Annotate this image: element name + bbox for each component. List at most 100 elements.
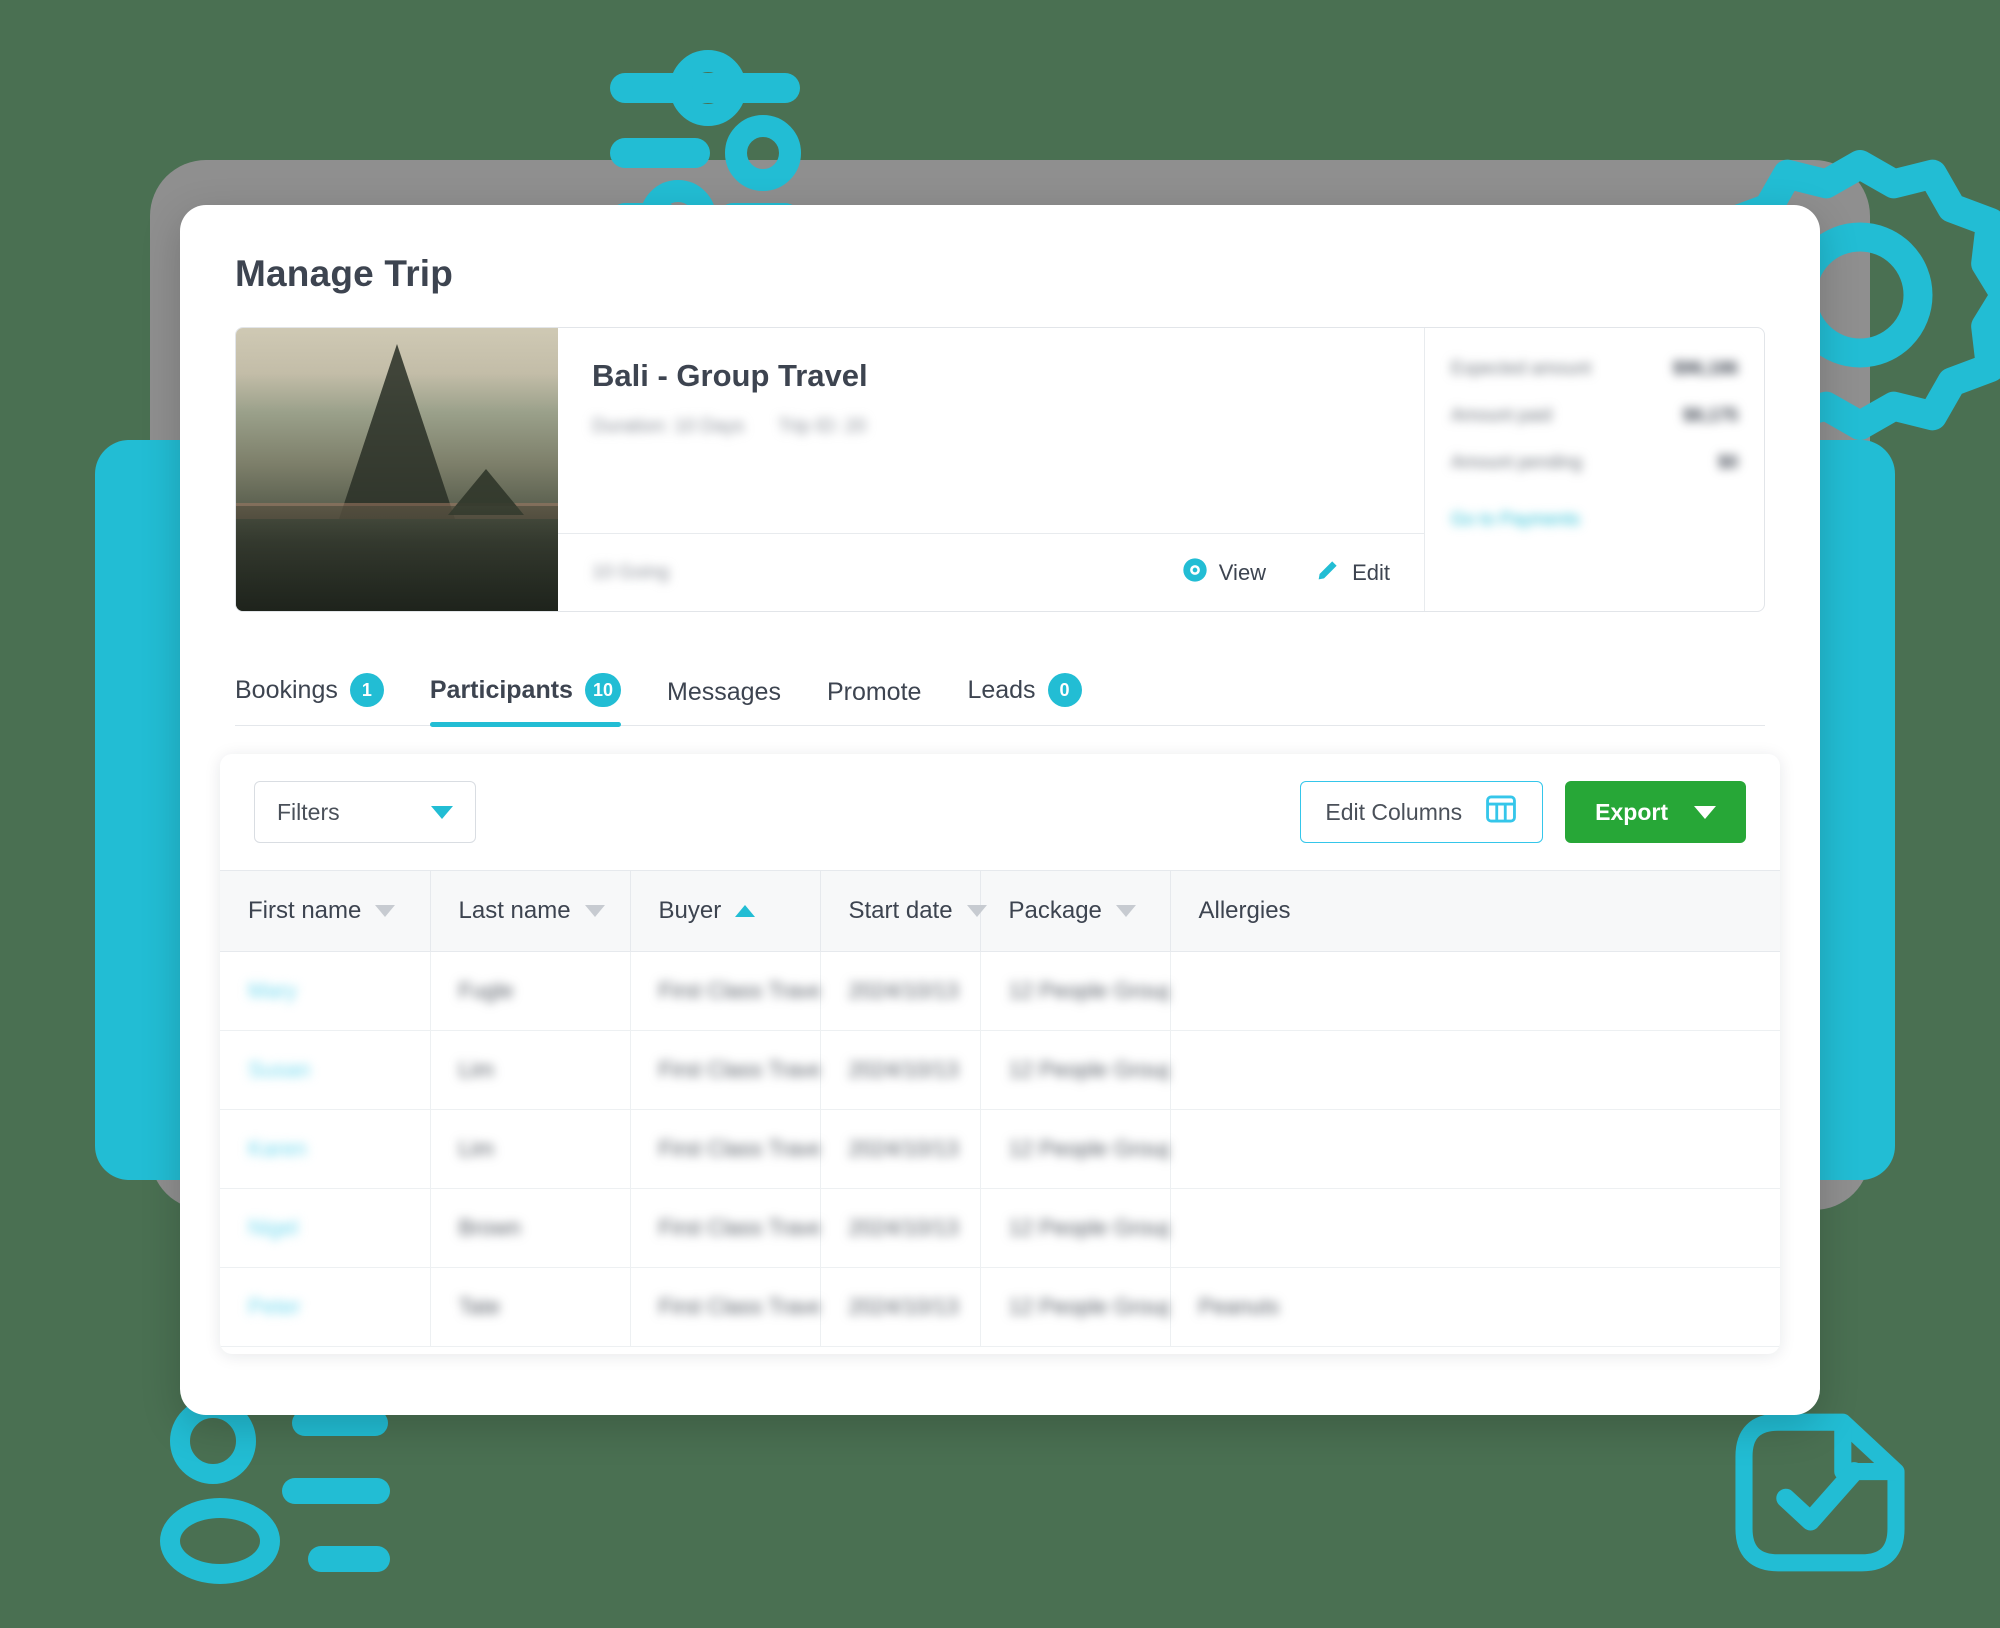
cell-last-name: Brown <box>430 1188 631 1268</box>
column-header-buyer[interactable]: Buyer <box>630 870 821 952</box>
cell-start-date: 2024/10/13 <box>820 1188 981 1268</box>
stat-amount-paid: Amount paid $8,175 <box>1451 405 1738 426</box>
trip-financial-stats: Expected amount $96,186 Amount paid $8,1… <box>1424 328 1764 611</box>
chevron-down-icon <box>431 805 453 819</box>
tab-badge: 1 <box>349 673 384 707</box>
stat-amount-pending: Amount pending $0 <box>1451 452 1738 473</box>
cell-allergies <box>1170 1188 1780 1268</box>
column-label: Allergies <box>1198 897 1291 924</box>
cell-last-name: Lim <box>430 1030 631 1110</box>
sort-desc-icon <box>1115 905 1136 917</box>
export-button[interactable]: Export <box>1565 781 1746 843</box>
tab-participants[interactable]: Participants 10 <box>429 673 622 727</box>
tab-label: Leads <box>967 675 1036 704</box>
page-title: Manage Trip <box>235 253 454 294</box>
tab-label: Participants <box>429 675 573 704</box>
edit-columns-button[interactable]: Edit Columns <box>1300 781 1544 843</box>
cell-start-date: 2024/10/13 <box>820 1109 981 1189</box>
pencil-icon <box>1314 556 1342 590</box>
cell-allergies <box>1170 1109 1780 1189</box>
document-check-icon <box>1720 1388 1920 1578</box>
stat-expected-amount: Expected amount $96,186 <box>1451 358 1738 379</box>
column-label: Last name <box>458 897 571 924</box>
stat-label: Expected amount <box>1451 358 1592 378</box>
cell-first-name[interactable]: Susan <box>220 1030 431 1110</box>
column-header-allergies[interactable]: Allergies <box>1170 870 1780 952</box>
tab-label: Promote <box>826 678 922 706</box>
stat-value: $0 <box>1717 452 1738 472</box>
tab-bookings[interactable]: Bookings 1 <box>235 673 384 725</box>
export-label: Export <box>1595 798 1668 825</box>
cell-first-name[interactable]: Peter <box>220 1267 431 1347</box>
cell-start-date: 2024/10/13 <box>820 1030 981 1110</box>
cell-first-name[interactable]: Karen <box>220 1109 431 1189</box>
go-to-payments-link[interactable]: Go to Payments <box>1451 509 1738 530</box>
trip-details: Bali - Group Travel Duration: 10 Days Tr… <box>558 328 1424 611</box>
participants-panel: Filters Edit Columns Export First name L… <box>220 754 1780 1354</box>
trip-meta: Duration: 10 Days Trip ID: 20 <box>558 416 1424 438</box>
table-row[interactable]: Peter Tate First Class Travel ... 2024/1… <box>220 1267 1780 1347</box>
stat-value: $8,175 <box>1682 405 1738 425</box>
cell-allergies <box>1170 951 1780 1031</box>
cell-first-name[interactable]: Nigel <box>220 1188 431 1268</box>
view-button[interactable]: View <box>1181 556 1266 590</box>
cell-package: 12 People Group P... <box>980 1109 1171 1189</box>
cell-buyer: First Class Travel ... <box>630 1030 821 1110</box>
tab-leads[interactable]: Leads 0 <box>967 673 1082 725</box>
table-row[interactable]: Susan Lim First Class Travel ... 2024/10… <box>220 1030 1780 1110</box>
cell-package: 12 People Group P... <box>980 1030 1171 1110</box>
column-header-first-name[interactable]: First name <box>220 870 431 952</box>
trip-summary-card: Bali - Group Travel Duration: 10 Days Tr… <box>235 327 1765 612</box>
column-header-package[interactable]: Package <box>980 870 1171 952</box>
column-label: Package <box>1008 897 1102 924</box>
trip-name: Bali - Group Travel <box>592 358 868 393</box>
table-header-row: First name Last name Buyer Start date Pa… <box>220 870 1780 952</box>
cell-package: 12 People Group P... <box>980 1267 1171 1347</box>
participants-table: First name Last name Buyer Start date Pa… <box>220 870 1780 1347</box>
tab-messages[interactable]: Messages <box>667 678 781 725</box>
filters-button[interactable]: Filters <box>254 781 476 843</box>
column-label: Start date <box>848 897 953 924</box>
manage-trip-window: Manage Trip Bali - Group Travel Duration… <box>180 205 1820 1415</box>
sliders-settings-icon <box>610 50 810 256</box>
cell-start-date: 2024/10/13 <box>820 951 981 1031</box>
column-label: First name <box>248 897 362 924</box>
sort-desc-icon <box>375 905 396 917</box>
edit-label: Edit <box>1352 559 1390 585</box>
tab-bar: Bookings 1 Participants 10 Messages Prom… <box>235 650 1765 727</box>
sort-desc-icon <box>584 905 605 917</box>
cell-first-name[interactable]: Mary <box>220 951 431 1031</box>
chevron-down-icon <box>1694 805 1716 819</box>
cell-buyer: First Class Travel ... <box>630 951 821 1031</box>
cell-last-name: Tate <box>430 1267 631 1347</box>
cell-last-name: Fugle <box>430 951 631 1031</box>
columns-table-icon <box>1484 792 1518 832</box>
tab-label: Messages <box>667 678 781 706</box>
tab-badge: 10 <box>584 673 621 707</box>
cell-allergies <box>1170 1030 1780 1110</box>
table-row[interactable]: Mary Fugle First Class Travel ... 2024/1… <box>220 951 1780 1031</box>
stat-value: $96,186 <box>1672 358 1738 378</box>
column-header-last-name[interactable]: Last name <box>430 870 631 952</box>
trip-thumbnail-image <box>236 328 558 611</box>
edit-button[interactable]: Edit <box>1314 556 1390 590</box>
column-label: Buyer <box>658 897 722 924</box>
table-row[interactable]: Karen Lim First Class Travel ... 2024/10… <box>220 1109 1780 1189</box>
tab-promote[interactable]: Promote <box>827 678 921 725</box>
column-header-start-date[interactable]: Start date <box>820 870 987 952</box>
filters-label: Filters <box>277 798 340 825</box>
tab-badge: 0 <box>1047 673 1082 707</box>
trip-status: 10 Going <box>592 561 670 583</box>
view-label: View <box>1218 559 1267 585</box>
table-row[interactable]: Nigel Brown First Class Travel ... 2024/… <box>220 1188 1780 1268</box>
sort-asc-icon <box>735 905 756 917</box>
cell-last-name: Lim <box>430 1109 631 1189</box>
trip-duration: Duration: 10 Days <box>592 416 745 437</box>
table-toolbar: Filters Edit Columns Export <box>220 754 1780 870</box>
stat-label: Amount paid <box>1451 405 1553 425</box>
cell-package: 12 People Group P... <box>980 1188 1171 1268</box>
sort-desc-icon <box>966 905 987 917</box>
trip-action-bar: 10 Going View Edit <box>558 533 1424 611</box>
edit-columns-label: Edit Columns <box>1325 798 1463 825</box>
cell-start-date: 2024/10/13 <box>820 1267 981 1347</box>
